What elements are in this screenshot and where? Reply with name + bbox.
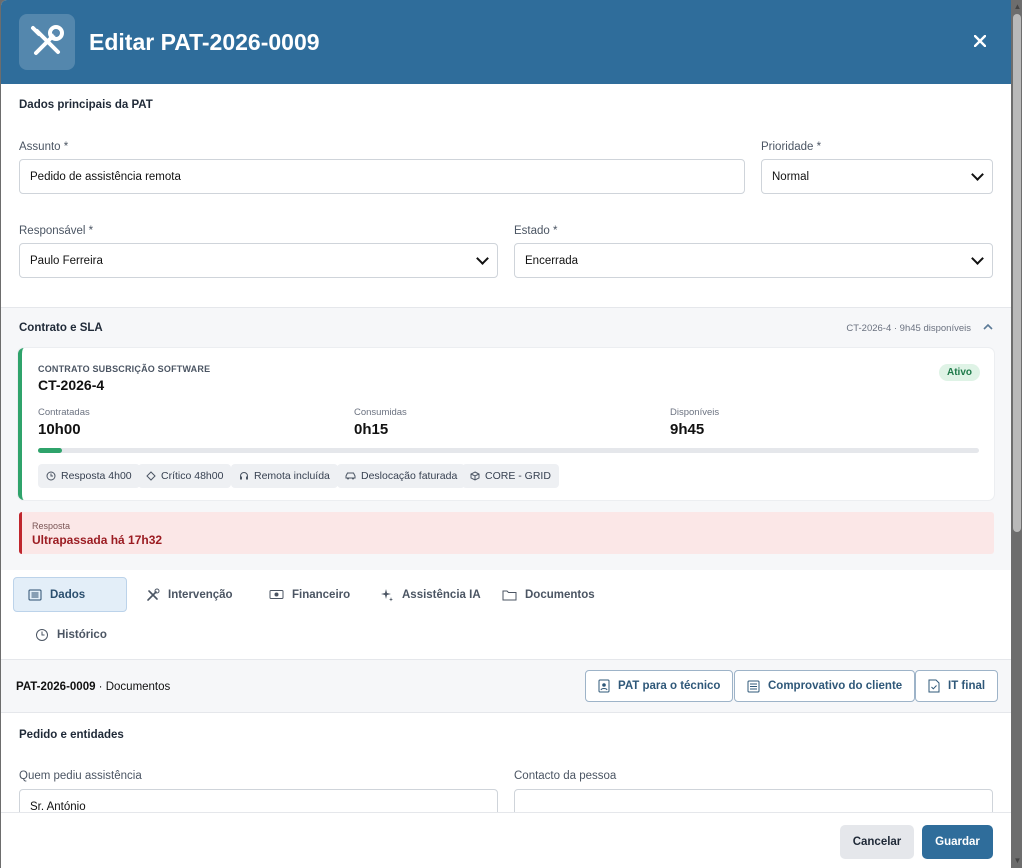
documents-suffix: Documentos: [105, 681, 171, 693]
clock-icon: [46, 471, 56, 481]
chip-critico: Crítico 48h00: [138, 464, 232, 488]
pedido-section-title: Pedido e entidades: [19, 729, 124, 741]
money-icon: [269, 590, 284, 599]
consumidas-label: Consumidas: [354, 407, 407, 418]
tab-dados[interactable]: Dados: [13, 577, 127, 612]
chevron-down-icon: [971, 251, 984, 265]
comprovativo-cliente-button[interactable]: Comprovativo do cliente: [734, 670, 916, 702]
tools-icon: [19, 14, 75, 70]
disponiveis-value: 9h45: [670, 421, 705, 438]
hours-progress-fill: [38, 448, 62, 453]
scrollbar-thumb[interactable]: [1013, 14, 1021, 532]
status-badge: Ativo: [939, 364, 980, 381]
assunto-input[interactable]: Pedido de assistência remota: [19, 159, 745, 194]
scroll-down-arrow[interactable]: ▼: [1013, 856, 1022, 866]
tab-financeiro[interactable]: Financeiro: [255, 577, 364, 612]
tab-assistencia-ia[interactable]: Assistência IA: [366, 577, 495, 612]
main-section-title: Dados principais da PAT: [19, 99, 153, 111]
it-final-button[interactable]: IT final: [915, 670, 999, 702]
alert-label: Resposta: [32, 521, 71, 531]
receipt-icon: [747, 680, 760, 692]
prioridade-label: Prioridade *: [761, 141, 822, 153]
chevron-down-icon: [971, 167, 984, 181]
prioridade-value: Normal: [772, 170, 810, 183]
pat-id: PAT-2026-0009: [16, 681, 96, 693]
box-icon: [470, 471, 480, 481]
car-icon: [345, 472, 356, 480]
pat-tecnico-button[interactable]: PAT para o técnico: [585, 670, 734, 702]
documents-breadcrumb: PAT-2026-0009 · Documentos: [16, 681, 171, 693]
edit-pat-modal: Editar PAT-2026-0009 Dados principais da…: [1, 0, 1011, 868]
assunto-value: Pedido de assistência remota: [30, 170, 181, 183]
contacto-label: Contacto da pessoa: [514, 770, 617, 782]
contratadas-value: 10h00: [38, 421, 81, 438]
contract-summary[interactable]: CT-2026-4 · 9h45 disponíveis: [846, 323, 971, 334]
folder-icon: [502, 590, 517, 600]
contratadas-label: Contratadas: [38, 407, 90, 418]
diamond-alert-icon: [146, 471, 156, 481]
headset-icon: [240, 472, 248, 480]
contract-type: CONTRATO SUBSCRIÇÃO SOFTWARE: [38, 364, 211, 374]
tab-historico[interactable]: Histórico: [21, 617, 121, 652]
scroll-up-arrow[interactable]: ▲: [1013, 2, 1022, 12]
chip-remota: Remota incluída: [231, 464, 338, 488]
responsavel-label: Responsável *: [19, 225, 94, 237]
assunto-label: Assunto *: [19, 141, 69, 153]
modal-title: Editar PAT-2026-0009: [89, 28, 320, 55]
chip-resposta: Resposta 4h00: [38, 464, 140, 488]
disponiveis-label: Disponíveis: [670, 407, 720, 418]
id-badge-icon: [598, 679, 610, 693]
contract-id: CT-2026-4: [38, 377, 105, 393]
modal-header: Editar PAT-2026-0009: [1, 0, 1011, 84]
save-button[interactable]: Guardar: [922, 825, 993, 859]
sla-alert: [19, 512, 994, 554]
responsavel-value: Paulo Ferreira: [30, 254, 103, 267]
prioridade-select[interactable]: Normal: [761, 159, 993, 194]
list-icon: [28, 589, 42, 600]
tools-icon: [147, 588, 160, 601]
alert-value: Ultrapassada há 17h32: [32, 533, 163, 547]
tab-documentos[interactable]: Documentos: [488, 577, 609, 612]
quem-pediu-value: Sr. António: [30, 800, 86, 813]
chip-deslocacao: Deslocação faturada: [337, 464, 466, 488]
chip-core-grid: CORE - GRID: [462, 464, 559, 488]
responsavel-select[interactable]: Paulo Ferreira: [19, 243, 498, 278]
history-icon: [36, 628, 48, 641]
quem-pediu-label: Quem pediu assistência: [19, 770, 142, 782]
file-check-icon: [928, 679, 940, 693]
hours-progress-track: [38, 448, 979, 453]
sparkles-icon: [381, 588, 393, 601]
estado-select[interactable]: Encerrada: [514, 243, 993, 278]
chevron-down-icon: [476, 251, 489, 265]
consumidas-value: 0h15: [354, 421, 389, 438]
cancel-button[interactable]: Cancelar: [840, 825, 914, 859]
contract-section-title: Contrato e SLA: [19, 322, 103, 334]
estado-value: Encerrada: [525, 254, 579, 267]
tab-intervencao[interactable]: Intervenção: [132, 577, 247, 612]
estado-label: Estado *: [514, 225, 558, 237]
close-icon[interactable]: [969, 30, 991, 52]
chevron-up-icon[interactable]: [982, 322, 994, 332]
